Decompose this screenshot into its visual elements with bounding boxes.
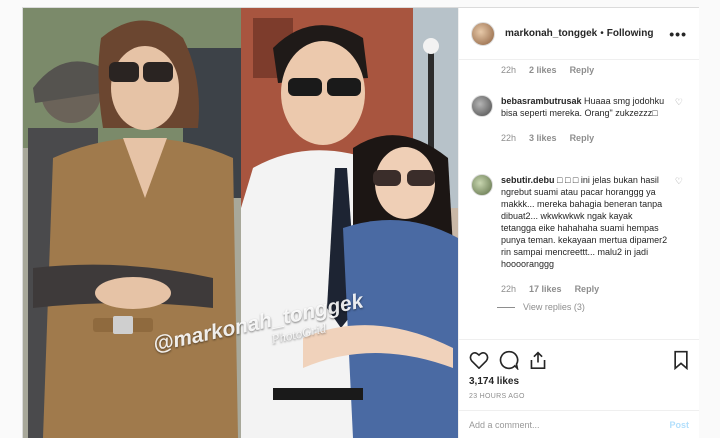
comments-list[interactable]: 22h 2 likes Reply bebasrambutrusak Huaaa… [459, 61, 699, 339]
comment-text-block: sebutir.debu □ □ □ ini jelas bukan hasil… [501, 174, 669, 270]
comment-item: bebasrambutrusak Huaaa smg jodohku bisa … [471, 95, 691, 143]
post-sidebar: markonah_tonggek • Following ••• 22h 2 l… [458, 8, 699, 438]
comment-text: □ □ □ ini jelas bukan hasil ngrebut suam… [501, 175, 668, 269]
comment-meta: 22h 3 likes Reply [501, 133, 669, 143]
comment-text-block: bebasrambutrusak Huaaa smg jodohku bisa … [501, 95, 669, 119]
view-replies-line [497, 306, 515, 308]
add-comment-bar: Post [459, 410, 699, 438]
likes-count[interactable]: 3,174 likes [469, 376, 689, 387]
comment-time: 22h [501, 65, 517, 75]
comment-item: sebutir.debu □ □ □ ini jelas bukan hasil… [471, 174, 691, 312]
header-separator: • [600, 28, 604, 39]
comment-likes[interactable]: 3 likes [529, 133, 557, 143]
comment-likes[interactable]: 2 likes [529, 65, 557, 75]
comment-bubble-icon[interactable] [499, 350, 519, 370]
action-icons [469, 348, 689, 372]
post-actions: 3,174 likes 23 HOURS AGO [459, 339, 699, 400]
commenter-avatar[interactable] [471, 174, 493, 196]
more-options-icon[interactable]: ••• [669, 26, 687, 42]
commenter-avatar[interactable] [471, 95, 493, 117]
comment-meta: 22h 17 likes Reply [501, 284, 669, 294]
comment-time: 22h [501, 284, 517, 294]
comment-like-heart-icon[interactable]: ♡ [675, 97, 683, 108]
comment-time: 22h [501, 133, 517, 143]
author-avatar[interactable] [471, 21, 495, 46]
post-photo[interactable]: @markonah_tonggek PhotoGrid [23, 8, 458, 438]
comment-reply-button[interactable]: Reply [570, 65, 595, 75]
commenter-username[interactable]: bebasrambutrusak [501, 96, 582, 106]
view-replies-button[interactable]: View replies (3) [497, 302, 669, 312]
comment-likes[interactable]: 17 likes [529, 284, 562, 294]
post-timestamp: 23 HOURS AGO [469, 393, 525, 400]
comment-item: 22h 2 likes Reply [471, 65, 691, 75]
photo-illustration [23, 8, 458, 438]
add-comment-input[interactable] [469, 419, 670, 430]
post-header: markonah_tonggek • Following ••• [459, 8, 699, 60]
comment-like-heart-icon[interactable]: ♡ [675, 176, 683, 187]
comment-reply-button[interactable]: Reply [570, 133, 595, 143]
view-replies-label: View replies (3) [523, 302, 585, 312]
commenter-username[interactable]: sebutir.debu [501, 175, 555, 185]
post-comment-button[interactable]: Post [669, 420, 689, 430]
comment-reply-button[interactable]: Reply [575, 284, 600, 294]
like-heart-icon[interactable] [469, 351, 489, 369]
comment-meta: 22h 2 likes Reply [501, 65, 669, 75]
bookmark-icon[interactable] [673, 350, 689, 370]
follow-status-button[interactable]: Following [607, 28, 654, 39]
share-icon[interactable] [529, 350, 547, 370]
author-username[interactable]: markonah_tonggek [505, 28, 597, 39]
